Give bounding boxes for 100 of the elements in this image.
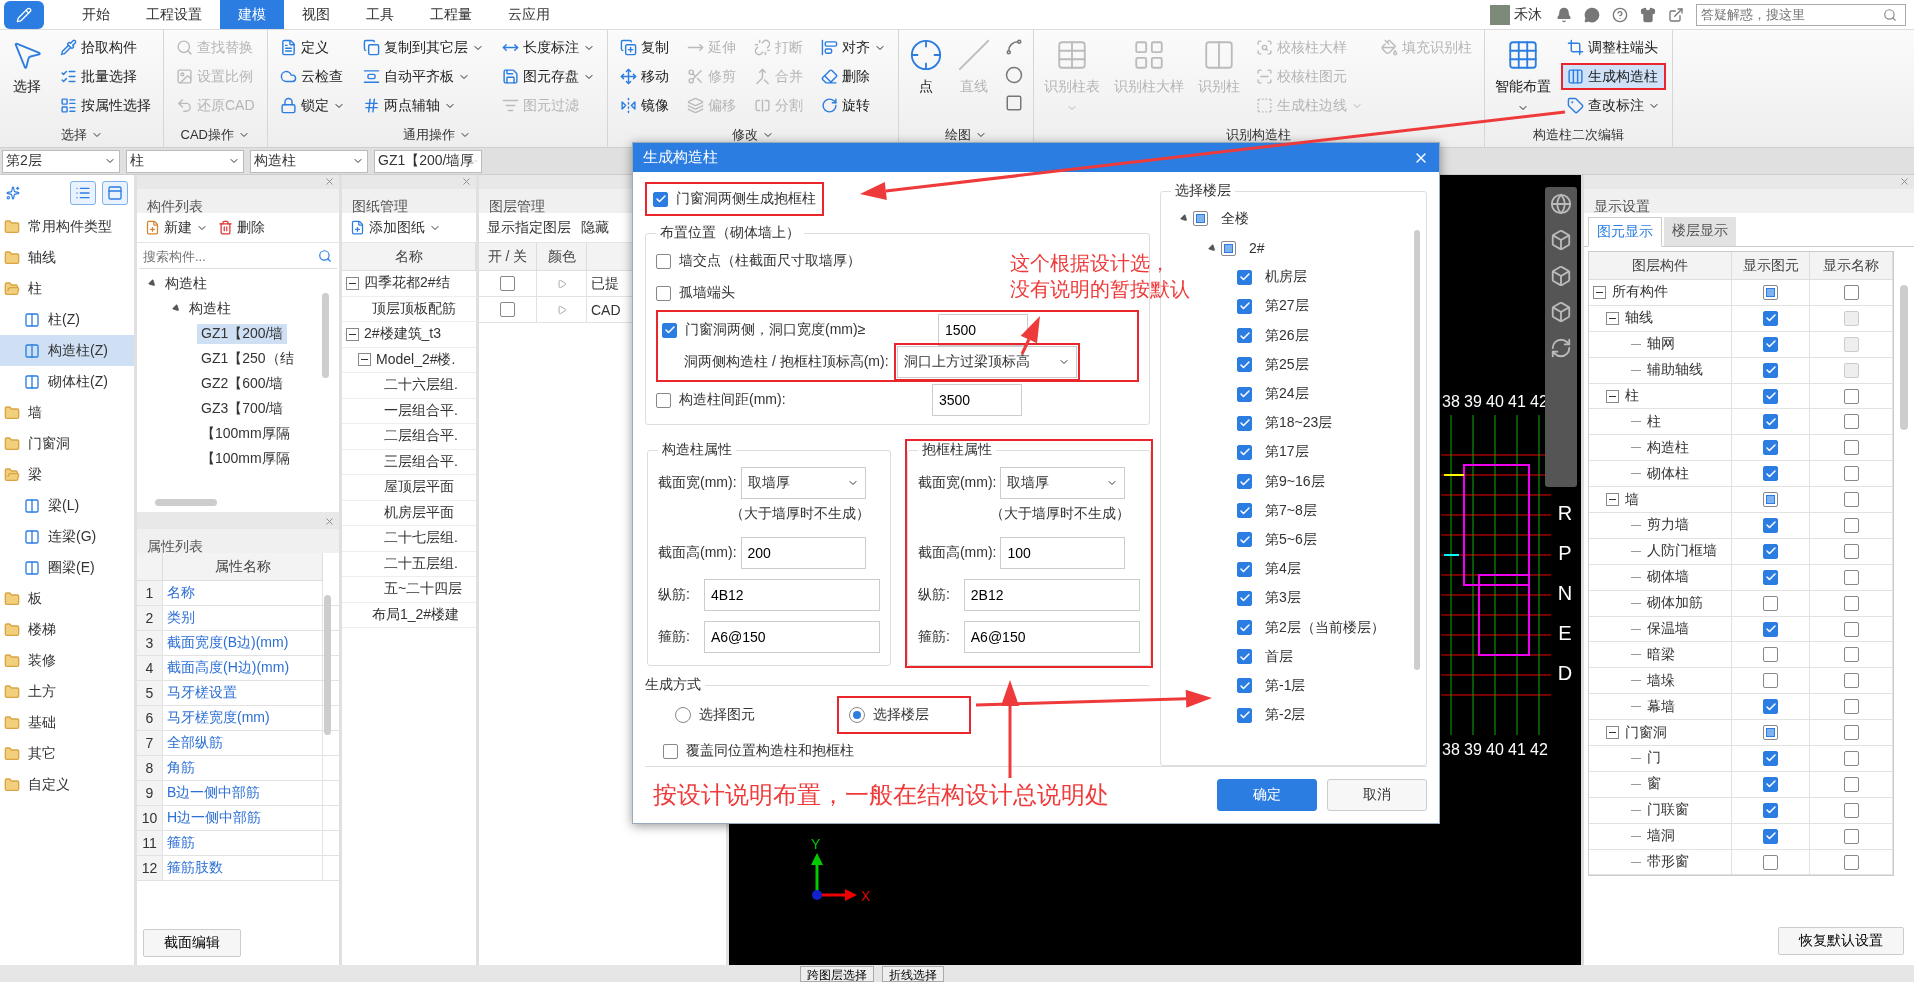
checkbox[interactable] bbox=[1763, 492, 1778, 508]
checkbox[interactable] bbox=[1843, 647, 1859, 663]
menu-tab[interactable]: 工程量 bbox=[412, 0, 490, 29]
input-field[interactable]: 200 bbox=[740, 537, 866, 570]
cancel-button[interactable]: 取消 bbox=[1327, 779, 1427, 812]
checkbox[interactable] bbox=[1763, 517, 1778, 533]
rotate-icon[interactable] bbox=[1550, 337, 1572, 359]
tree-item[interactable]: 二十七层组. bbox=[384, 529, 458, 548]
tree-item[interactable]: 基础 bbox=[0, 707, 134, 738]
checkbox[interactable] bbox=[1237, 415, 1252, 431]
cube-icon[interactable] bbox=[1550, 229, 1572, 251]
checkbox[interactable] bbox=[663, 743, 678, 759]
checkbox[interactable] bbox=[1193, 211, 1208, 227]
checkbox[interactable] bbox=[1763, 802, 1778, 818]
tree-item[interactable]: 常用构件类型 bbox=[0, 211, 134, 242]
input-field[interactable]: 100 bbox=[1000, 537, 1126, 570]
scrollbar[interactable] bbox=[1414, 230, 1420, 671]
checkbox[interactable] bbox=[1221, 240, 1236, 256]
menu-tab[interactable]: 建模 bbox=[220, 0, 284, 29]
bell-icon[interactable] bbox=[1556, 6, 1572, 23]
expand-icon[interactable] bbox=[1179, 213, 1190, 224]
cube-icon[interactable] bbox=[1550, 265, 1572, 287]
window-icon[interactable] bbox=[1668, 6, 1684, 23]
tree-item[interactable]: 门窗洞 bbox=[0, 428, 134, 459]
confirm-button[interactable]: 确定 bbox=[1217, 779, 1317, 812]
ribbon-button[interactable]: 选择 bbox=[6, 32, 48, 123]
checkbox[interactable] bbox=[1763, 440, 1778, 456]
ribbon-button[interactable]: 调整柱端头 bbox=[1560, 34, 1666, 61]
app-logo-icon[interactable] bbox=[4, 1, 44, 29]
input-field[interactable]: A6@150 bbox=[703, 621, 880, 654]
tree-item[interactable]: 二十六层组. bbox=[384, 376, 458, 395]
tree-item[interactable]: 二十五层组. bbox=[384, 554, 458, 573]
checkbox[interactable] bbox=[1763, 595, 1778, 611]
scrollbar[interactable] bbox=[322, 293, 329, 378]
scrollbar[interactable] bbox=[155, 499, 217, 506]
checkbox[interactable] bbox=[1843, 492, 1859, 508]
input-field[interactable]: 2B12 bbox=[963, 579, 1140, 612]
tree-item[interactable]: 四季花都2#结 bbox=[364, 274, 450, 293]
tab[interactable]: 楼层显示 bbox=[1664, 217, 1736, 246]
ribbon-button[interactable]: 自动平齐板 bbox=[356, 63, 490, 90]
tree-item[interactable]: 二层组合平. bbox=[384, 427, 458, 446]
collapse-icon[interactable] bbox=[346, 276, 359, 290]
tree-item[interactable]: 构造柱(Z) bbox=[0, 335, 134, 366]
checkbox[interactable] bbox=[1237, 561, 1252, 577]
checkbox[interactable] bbox=[1843, 699, 1859, 715]
checkbox[interactable] bbox=[656, 285, 671, 301]
checkbox[interactable] bbox=[1843, 802, 1859, 818]
close-icon[interactable] bbox=[461, 176, 472, 187]
tree-item[interactable]: 一层组合平. bbox=[384, 401, 458, 420]
tree-item[interactable]: 梁 bbox=[0, 459, 134, 490]
checkbox[interactable] bbox=[1763, 699, 1778, 715]
collapse-icon[interactable] bbox=[358, 353, 371, 367]
tree-item[interactable]: 顶层顶板配筋 bbox=[372, 299, 456, 318]
tree-item[interactable]: 轴线 bbox=[0, 242, 134, 273]
input-field[interactable]: 3500 bbox=[932, 384, 1022, 417]
ribbon-button[interactable]: 按属性选择 bbox=[54, 92, 157, 119]
form-view-button[interactable] bbox=[102, 181, 128, 205]
tree-item[interactable]: 墙 bbox=[0, 397, 134, 428]
checkbox[interactable] bbox=[1237, 298, 1252, 314]
checkbox[interactable] bbox=[1763, 776, 1778, 792]
dropdown[interactable]: GZ1【200/墙厚 bbox=[374, 149, 482, 173]
tree-item[interactable]: 连梁(G) bbox=[0, 521, 134, 552]
scrollbar[interactable] bbox=[324, 595, 331, 735]
tree-item[interactable]: 装修 bbox=[0, 645, 134, 676]
close-icon[interactable] bbox=[1899, 176, 1910, 187]
checkbox[interactable] bbox=[500, 276, 515, 291]
tree-item[interactable]: 柱 bbox=[0, 273, 134, 304]
tree-item[interactable]: 土方 bbox=[0, 676, 134, 707]
collapse-icon[interactable] bbox=[1606, 493, 1619, 507]
checkbox[interactable] bbox=[1763, 362, 1778, 378]
status-button[interactable]: 跨图层选择 bbox=[800, 965, 874, 982]
ribbon-button[interactable]: 批量选择 bbox=[54, 63, 157, 90]
ribbon-button[interactable]: 对齐 bbox=[814, 34, 892, 61]
checkbox[interactable] bbox=[1843, 828, 1859, 844]
ribbon-button[interactable]: 拾取构件 bbox=[54, 34, 157, 61]
checkbox[interactable] bbox=[1843, 440, 1859, 456]
checkbox[interactable] bbox=[1237, 503, 1252, 519]
checkbox[interactable] bbox=[1763, 621, 1778, 637]
tree-item[interactable]: 屋顶层平面 bbox=[384, 478, 454, 497]
checkbox[interactable] bbox=[1843, 466, 1859, 482]
ribbon-button[interactable]: 两点辅轴 bbox=[356, 92, 490, 119]
dropdown[interactable]: 构造柱 bbox=[250, 149, 368, 173]
search-field[interactable]: 答疑解惑，搜这里 bbox=[1696, 3, 1906, 26]
checkbox[interactable] bbox=[1843, 595, 1859, 611]
checkbox[interactable] bbox=[1237, 649, 1252, 665]
ribbon-button[interactable]: 图元存盘 bbox=[495, 63, 601, 90]
scrollbar[interactable] bbox=[1900, 285, 1908, 430]
checkbox[interactable] bbox=[1763, 414, 1778, 430]
dropdown[interactable]: 柱 bbox=[126, 149, 244, 173]
checkbox[interactable] bbox=[1763, 388, 1778, 404]
tree-item[interactable]: 2#楼建筑_t3 bbox=[364, 325, 442, 344]
checkbox[interactable] bbox=[1763, 647, 1778, 663]
add-drawing-button[interactable]: 添加图纸 bbox=[350, 218, 441, 237]
collapse-icon[interactable] bbox=[346, 327, 359, 341]
checkbox[interactable] bbox=[653, 191, 668, 207]
delete-button[interactable]: 删除 bbox=[218, 218, 265, 237]
expand-icon[interactable] bbox=[147, 278, 158, 289]
checkbox[interactable] bbox=[1763, 828, 1778, 844]
shirt-icon[interactable] bbox=[1640, 6, 1656, 23]
checkbox[interactable] bbox=[1237, 532, 1252, 548]
